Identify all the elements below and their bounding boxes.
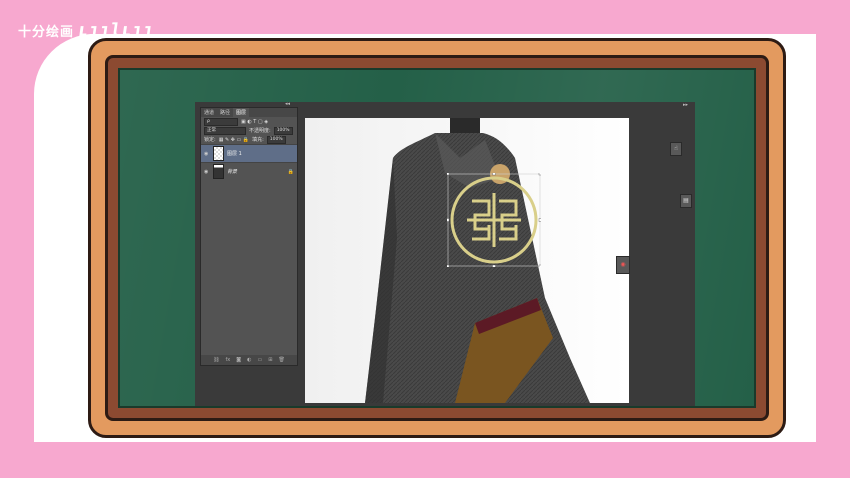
trash-icon[interactable]: 🗑 — [278, 357, 284, 363]
group-icon[interactable]: ▭ — [258, 357, 263, 363]
layer-thumbnail — [213, 146, 224, 161]
visibility-eye-icon[interactable]: ◉ — [204, 151, 210, 157]
tablet-bezel: 通道 路径 图层 ρ ▣ ◐ T ▢ ◈ 正常 不透明度: 100% 锁定: ▦… — [105, 55, 769, 421]
hand-icon: ☝ — [674, 145, 678, 152]
filter-row: ρ ▣ ◐ T ▢ ◈ — [201, 117, 297, 126]
color-wheel-icon: ◉ — [620, 261, 626, 268]
new-layer-icon[interactable]: ⊞ — [268, 357, 272, 363]
color-panel-button[interactable]: ◉ — [616, 256, 630, 274]
filter-icons: ▣ ◐ T ▢ ◈ — [241, 118, 269, 125]
link-icon[interactable]: ⛓ — [213, 357, 219, 363]
lock-label: 锁定: — [204, 137, 216, 143]
layer-thumbnail — [213, 164, 224, 179]
opacity-label: 不透明度: — [249, 128, 271, 134]
swatches-icon: ▤ — [683, 197, 689, 204]
layers-bottom-bar: ⛓ fx ◙ ◐ ▭ ⊞ 🗑 — [201, 355, 297, 365]
blend-mode-select[interactable]: 正常 — [204, 126, 246, 135]
tab-channels[interactable]: 通道 — [201, 108, 217, 117]
tablet-frame: 通道 路径 图层 ρ ▣ ◐ T ▢ ◈ 正常 不透明度: 100% 锁定: ▦… — [88, 38, 786, 438]
collapse-arrows-icon[interactable]: ◂◂ — [285, 101, 290, 107]
tab-layers[interactable]: 图层 — [233, 108, 250, 117]
watermark-text: 十分绘画 — [18, 25, 75, 40]
layer-name[interactable]: 背景 — [227, 168, 237, 175]
layer-name[interactable]: 图层 1 — [227, 150, 242, 157]
chalkboard-screen: 通道 路径 图层 ρ ▣ ◐ T ▢ ◈ 正常 不透明度: 100% 锁定: ▦… — [118, 68, 756, 408]
fx-icon[interactable]: fx — [226, 357, 231, 363]
panel-tabs: 通道 路径 图层 — [201, 108, 297, 117]
lock-icons[interactable]: ▦ ✎ ✥ ▭ 🔒 — [219, 137, 249, 143]
swatch-panel-button[interactable]: ▤ — [680, 194, 692, 208]
filter-kind-select[interactable]: ρ — [204, 117, 238, 126]
opacity-input[interactable]: 100% — [273, 126, 293, 135]
lock-icon: 🔒 — [287, 168, 294, 175]
adjustment-icon[interactable]: ◐ — [247, 357, 251, 363]
tab-paths[interactable]: 路径 — [217, 108, 233, 117]
fill-input[interactable]: 100% — [266, 135, 286, 144]
collapse-arrows-icon[interactable]: ▸▸ — [683, 102, 688, 108]
layer-row-1[interactable]: ◉ 图层 1 — [201, 144, 297, 162]
layers-panel: 通道 路径 图层 ρ ▣ ◐ T ▢ ◈ 正常 不透明度: 100% 锁定: ▦… — [200, 107, 298, 366]
layer-row-background[interactable]: ◉ 背景 🔒 — [201, 162, 297, 180]
visibility-eye-icon[interactable]: ◉ — [204, 169, 210, 175]
blend-row: 正常 不透明度: 100% — [201, 126, 297, 135]
tool-preset-button[interactable]: ☝ — [670, 142, 682, 156]
geometric-ornament[interactable] — [447, 173, 541, 267]
fill-label: 填充: — [252, 137, 264, 143]
mask-icon[interactable]: ◙ — [236, 357, 241, 363]
lock-row: 锁定: ▦ ✎ ✥ ▭ 🔒 填充: 100% — [201, 135, 297, 144]
photoshop-window: 通道 路径 图层 ρ ▣ ◐ T ▢ ◈ 正常 不透明度: 100% 锁定: ▦… — [195, 101, 695, 406]
